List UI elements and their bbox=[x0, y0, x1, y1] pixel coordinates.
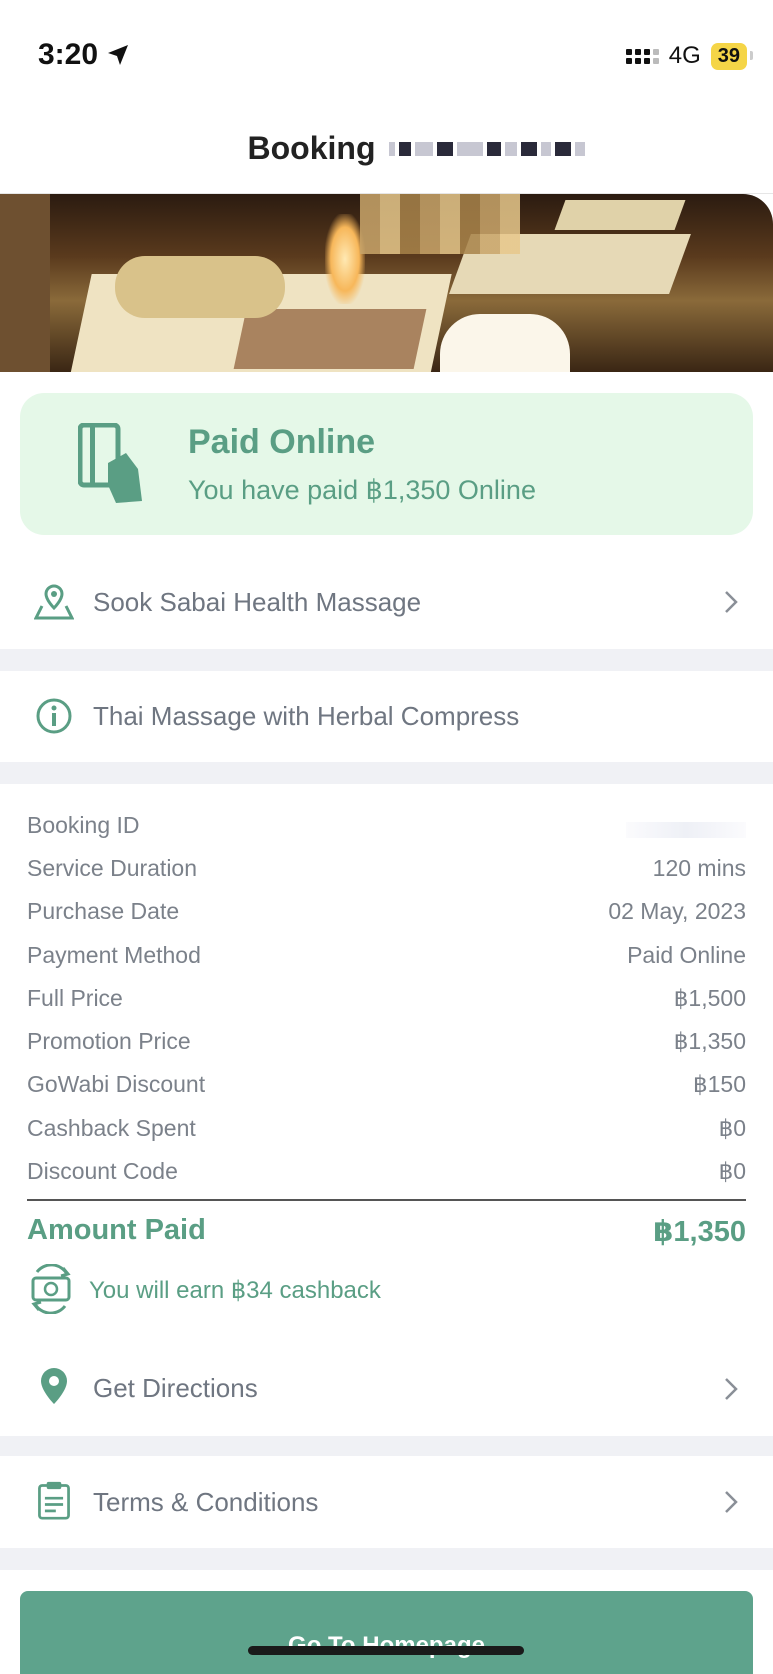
network-label: 4G bbox=[668, 42, 701, 69]
payment-status-subtitle: You have paid ฿1,350 Online bbox=[188, 475, 536, 505]
detail-value: Paid Online bbox=[627, 942, 746, 968]
page-title: Booking bbox=[248, 130, 586, 167]
status-indicators: 4G 39 bbox=[625, 42, 754, 70]
detail-label: Full Price bbox=[27, 985, 123, 1011]
signal-icon bbox=[625, 48, 659, 64]
terms-label: Terms & Conditions bbox=[93, 1486, 319, 1517]
detail-promotion-price: Promotion Price ฿1,350 bbox=[27, 1028, 746, 1064]
clock-text: 3:20 bbox=[38, 38, 99, 71]
status-time: 3:20 bbox=[38, 38, 130, 72]
location-arrow-icon bbox=[108, 45, 129, 65]
detail-purchase-date: Purchase Date 02 May, 2023 bbox=[27, 898, 746, 934]
detail-label: GoWabi Discount bbox=[27, 1071, 206, 1097]
terms-row[interactable]: Terms & Conditions bbox=[0, 1456, 773, 1548]
detail-label: Booking ID bbox=[27, 812, 140, 838]
payment-status-card: Paid Online You have paid ฿1,350 Online bbox=[20, 393, 753, 535]
detail-booking-id: Booking ID bbox=[27, 812, 746, 848]
get-directions-row[interactable]: Get Directions bbox=[0, 1340, 773, 1436]
cashback-text: You will earn ฿34 cashback bbox=[89, 1277, 381, 1304]
home-indicator bbox=[248, 1646, 524, 1655]
detail-value: 120 mins bbox=[652, 855, 746, 881]
chevron-right-icon bbox=[725, 1378, 738, 1400]
amount-paid-label: Amount Paid bbox=[27, 1214, 206, 1246]
amount-paid-row: Amount Paid ฿1,350 bbox=[27, 1214, 746, 1254]
battery-icon: 39 bbox=[710, 42, 754, 70]
section-divider bbox=[0, 1436, 773, 1456]
page-title-text: Booking bbox=[247, 130, 376, 166]
document-icon bbox=[38, 1481, 70, 1520]
detail-gowabi-discount: GoWabi Discount ฿150 bbox=[27, 1071, 746, 1107]
detail-value: ฿150 bbox=[692, 1071, 746, 1097]
detail-full-price: Full Price ฿1,500 bbox=[27, 985, 746, 1021]
service-row[interactable]: Thai Massage with Herbal Compress bbox=[0, 671, 773, 762]
detail-cashback-spent: Cashback Spent ฿0 bbox=[27, 1115, 746, 1151]
detail-label: Promotion Price bbox=[27, 1028, 191, 1054]
payment-status-title: Paid Online bbox=[188, 423, 376, 461]
detail-label: Cashback Spent bbox=[27, 1115, 196, 1141]
section-divider bbox=[0, 1548, 773, 1570]
detail-label: Payment Method bbox=[27, 942, 201, 968]
info-icon bbox=[36, 698, 72, 734]
detail-label: Discount Code bbox=[27, 1158, 178, 1184]
detail-discount-code: Discount Code ฿0 bbox=[27, 1158, 746, 1194]
cashback-icon bbox=[31, 1264, 71, 1314]
redacted-booking-id bbox=[626, 822, 746, 838]
location-pin-icon bbox=[41, 1368, 67, 1404]
total-divider bbox=[27, 1199, 746, 1201]
status-bar: 3:20 4G 39 bbox=[0, 0, 773, 110]
detail-value: ฿1,500 bbox=[673, 985, 746, 1011]
page-header: Booking bbox=[0, 110, 773, 194]
section-divider bbox=[0, 762, 773, 784]
detail-payment-method: Payment Method Paid Online bbox=[27, 942, 746, 978]
detail-service-duration: Service Duration 120 mins bbox=[27, 855, 746, 891]
map-pin-icon bbox=[34, 584, 74, 620]
detail-value: ฿0 bbox=[718, 1158, 746, 1184]
chevron-right-icon bbox=[725, 591, 738, 613]
section-divider bbox=[0, 649, 773, 671]
card-payment-icon bbox=[78, 423, 142, 503]
venue-name: Sook Sabai Health Massage bbox=[93, 586, 422, 617]
detail-value: ฿1,350 bbox=[673, 1028, 746, 1054]
get-directions-label: Get Directions bbox=[93, 1372, 258, 1403]
detail-value: ฿0 bbox=[718, 1115, 746, 1141]
chevron-right-icon bbox=[725, 1491, 738, 1513]
cashback-info: You will earn ฿34 cashback bbox=[27, 1264, 527, 1314]
go-to-homepage-button[interactable]: Go To Homepage bbox=[20, 1591, 753, 1674]
service-name: Thai Massage with Herbal Compress bbox=[93, 701, 520, 731]
detail-label: Service Duration bbox=[27, 855, 198, 881]
venue-photo bbox=[0, 194, 773, 372]
amount-paid-value: ฿1,350 bbox=[653, 1216, 746, 1248]
redacted-venue-name bbox=[389, 141, 586, 156]
venue-row[interactable]: Sook Sabai Health Massage bbox=[0, 555, 773, 649]
detail-label: Purchase Date bbox=[27, 898, 180, 924]
detail-value: 02 May, 2023 bbox=[608, 898, 746, 924]
